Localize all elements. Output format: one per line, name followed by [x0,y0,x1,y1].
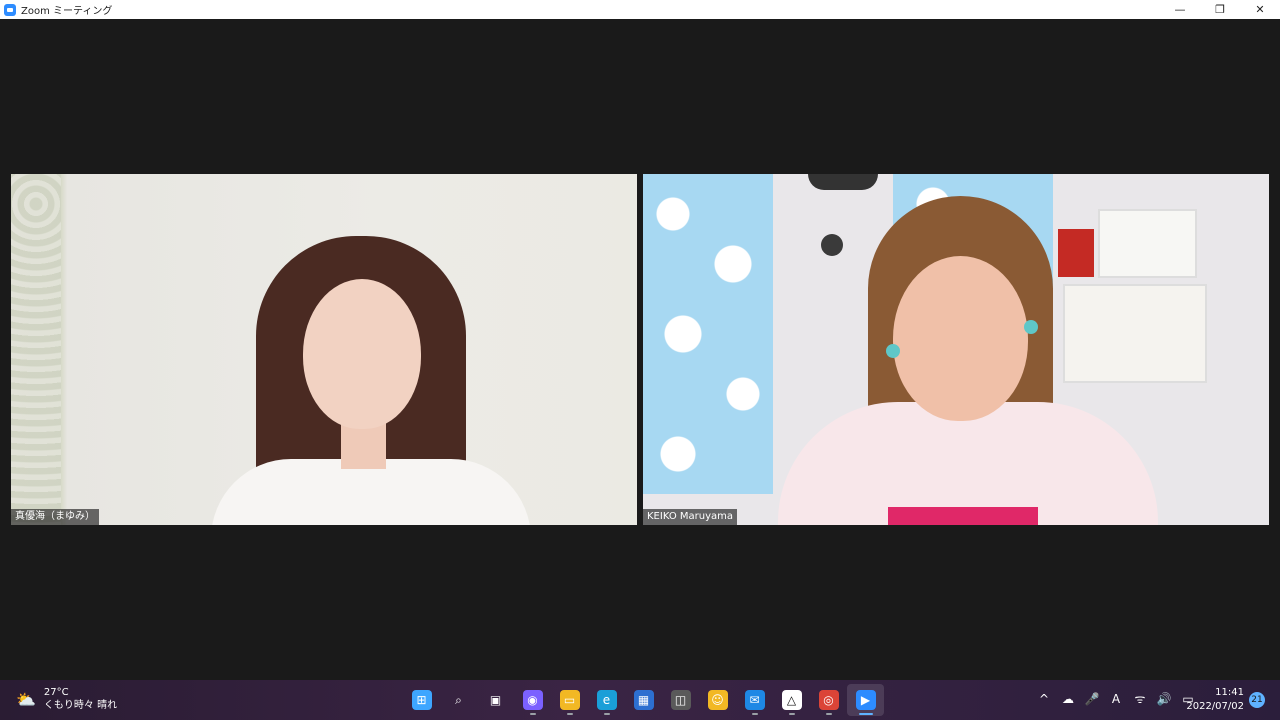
taskbar-app-zoom[interactable]: ▶ [847,684,884,716]
taskbar-app-teams-chat[interactable]: ◉ [514,684,551,716]
zoom-app-icon [4,3,16,16]
running-indicator [751,713,758,715]
weather-text: 27°C くもり時々 晴れ [44,686,117,712]
weather-description: くもり時々 晴れ [43,700,118,711]
weather-temperature: 27°C [43,687,69,698]
meeting-gallery: 真優海（まゆみ） KEIKO Maruyama [0,19,1280,680]
app-gray-icon: ◫ [670,690,691,710]
wall-pattern [11,174,61,525]
clock-pendulum [821,234,843,256]
system-tray: ^ ☁ 🎤 A ᯤ 🔊 ▭ [1032,690,1200,707]
taskbar-app-start[interactable]: ⊞ [403,684,440,716]
taskbar-app-app-gray[interactable]: ◫ [662,684,699,716]
taskbar-app-chrome[interactable]: ◎ [810,684,847,716]
earring [886,344,900,358]
close-button[interactable]: ✕ [1240,0,1280,19]
taskbar-apps: ⊞ ⌕ ▣ ◉ ▭ e ▦ ◫ ☺ ✉ △ ◎ ▶ [403,684,884,716]
running-indicator [788,713,795,715]
minimize-button[interactable]: — [1160,0,1200,19]
taskbar-app-store[interactable]: ▦ [625,684,662,716]
partly-cloudy-icon: ⛅ [16,689,36,709]
earring [1024,320,1038,334]
window-title: Zoom ミーティング [21,6,113,17]
onedrive-icon[interactable]: ☁ [1056,692,1080,706]
window-controls: — ❐ ✕ [1160,0,1280,19]
teams-chat-icon: ◉ [522,690,543,710]
clock-date: 2022/07/02 [1186,701,1244,712]
participant-name-tag: 真優海（まゆみ） [11,509,99,525]
participant-face [303,279,421,429]
store-icon: ▦ [633,690,654,710]
taskbar: ⛅ 27°C くもり時々 晴れ ⊞ ⌕ ▣ ◉ ▭ e ▦ ◫ ☺ ✉ △ ◎ ▶ ^ ☁ 🎤 A ᯤ … [0,680,1280,720]
app-delta-icon: △ [781,690,802,710]
notification-badge[interactable]: 21 [1249,692,1265,708]
taskbar-app-search[interactable]: ⌕ [440,684,477,716]
taskbar-app-task-view[interactable]: ▣ [477,684,514,716]
curtain-left [643,174,773,494]
restore-button[interactable]: ❐ [1200,0,1240,19]
video-tile-participant-2[interactable]: KEIKO Maruyama [643,174,1269,525]
participant-face [893,256,1028,421]
ime-indicator-icon[interactable]: A [1104,692,1128,706]
running-indicator [858,713,873,715]
running-indicator [566,713,573,715]
app-yellow-icon: ☺ [707,690,728,710]
weather-widget[interactable]: ⛅ 27°C くもり時々 晴れ [16,686,117,712]
edge-icon: e [596,690,617,710]
show-hidden-icons-icon[interactable]: ^ [1032,692,1056,706]
chrome-icon: ◎ [818,690,839,710]
clock-time: 11:41 [1215,687,1244,698]
wifi-icon[interactable]: ᯤ [1128,690,1152,707]
video-tile-participant-1[interactable]: 真優海（まゆみ） [11,174,637,525]
file-explorer-icon: ▭ [559,690,580,710]
participant-name-tag: KEIKO Maruyama [643,509,738,525]
participant-shirt-stripe [888,507,1038,525]
taskbar-app-mail[interactable]: ✉ [736,684,773,716]
microphone-icon[interactable]: 🎤 [1080,692,1104,706]
running-indicator [825,713,832,715]
wall-clock [808,174,878,190]
zoom-icon: ▶ [855,690,876,710]
running-indicator [603,713,610,715]
certificate-frame [1098,209,1197,278]
task-view-icon: ▣ [489,693,502,707]
taskbar-app-file-explorer[interactable]: ▭ [551,684,588,716]
taskbar-clock[interactable]: 11:41 2022/07/02 [1186,686,1244,714]
taskbar-app-edge[interactable]: e [588,684,625,716]
certificate-frame [1063,284,1207,383]
start-icon: ⊞ [411,690,432,710]
taskbar-app-app-delta[interactable]: △ [773,684,810,716]
red-print [1058,229,1094,277]
volume-icon[interactable]: 🔊 [1152,692,1176,706]
taskbar-app-app-yellow[interactable]: ☺ [699,684,736,716]
window-title-bar: Zoom ミーティング — ❐ ✕ [0,0,1280,19]
mail-icon: ✉ [744,690,765,710]
running-indicator [529,713,536,715]
search-icon: ⌕ [455,692,462,707]
